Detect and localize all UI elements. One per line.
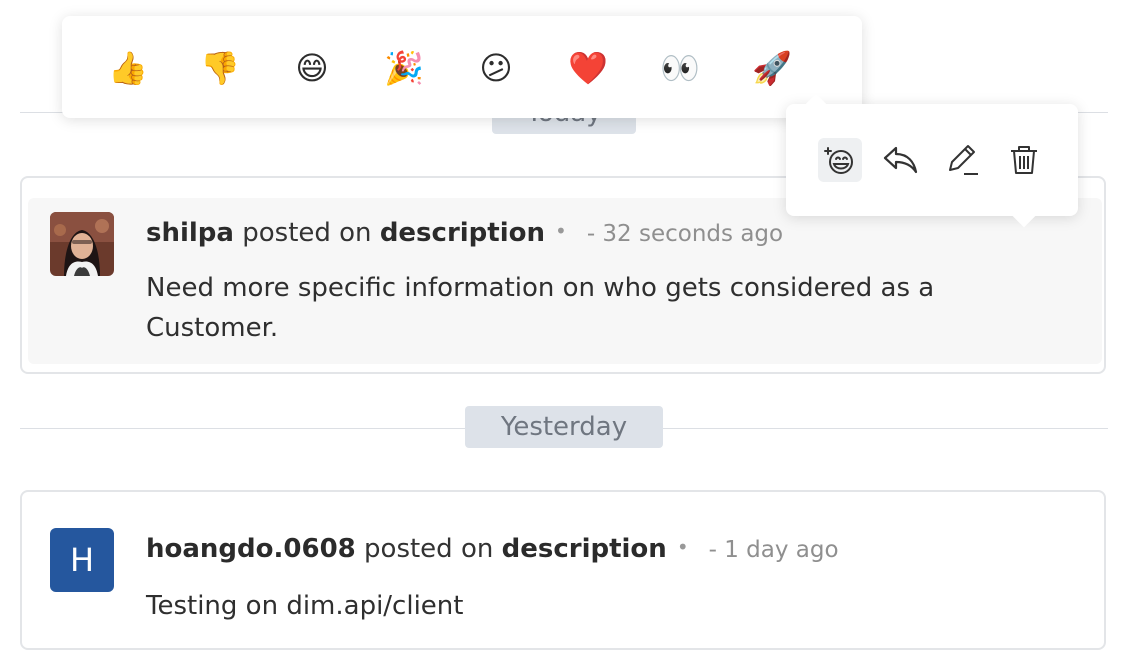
avatar-letter: H	[69, 541, 95, 579]
action-text: posted on	[242, 218, 372, 248]
author-name[interactable]: hoangdo.0608	[146, 534, 356, 564]
red-heart-icon[interactable]: ❤️	[566, 46, 610, 90]
edit-button[interactable]	[940, 138, 984, 182]
reply-icon	[883, 146, 918, 174]
comment-meta: shilpa posted on description • - 32 second…	[146, 218, 783, 248]
delete-button[interactable]	[1002, 138, 1046, 182]
eyes-icon[interactable]: 👀	[658, 46, 702, 90]
reaction-picker: 👍 👎 😄 🎉 😕 ❤️ 👀 🚀	[62, 16, 862, 118]
comment-card-hoangdo: H hoangdo.0608 posted on description • - 1…	[20, 490, 1106, 650]
author-name[interactable]: shilpa	[146, 218, 234, 248]
action-text: posted on	[364, 534, 494, 564]
add-reaction-icon	[824, 147, 853, 174]
trash-icon	[1011, 146, 1037, 174]
add-reaction-button[interactable]	[818, 138, 862, 182]
separator-dot: •	[676, 535, 689, 559]
thumbs-down-icon[interactable]: 👎	[198, 46, 242, 90]
pencil-icon	[949, 145, 978, 175]
confused-face-icon[interactable]: 😕	[474, 46, 518, 90]
target-name[interactable]: description	[380, 218, 545, 248]
timestamp: - 32 seconds ago	[586, 221, 784, 247]
comment-action-bar	[786, 93, 1078, 228]
reply-button[interactable]	[878, 138, 922, 182]
target-name[interactable]: description	[502, 534, 667, 564]
yesterday-label: Yesterday	[500, 412, 628, 442]
party-popper-icon[interactable]: 🎉	[382, 46, 426, 90]
comment-meta: hoangdo.0608 posted on description • - 1 d…	[146, 534, 839, 564]
rocket-icon[interactable]: 🚀	[750, 46, 794, 90]
comment-body: Need more specific information on who ge…	[146, 273, 935, 343]
avatar-photo	[50, 212, 114, 276]
grinning-face-icon[interactable]: 😄	[290, 46, 334, 90]
comment-body: Testing on dim.api/client	[146, 591, 464, 621]
avatar	[50, 212, 114, 276]
yesterday-date-pill: Yesterday	[465, 406, 663, 448]
thumbs-up-icon[interactable]: 👍	[106, 46, 150, 90]
separator-dot: •	[555, 219, 567, 243]
avatar: H	[50, 528, 114, 592]
timestamp: - 1 day ago	[708, 537, 839, 563]
